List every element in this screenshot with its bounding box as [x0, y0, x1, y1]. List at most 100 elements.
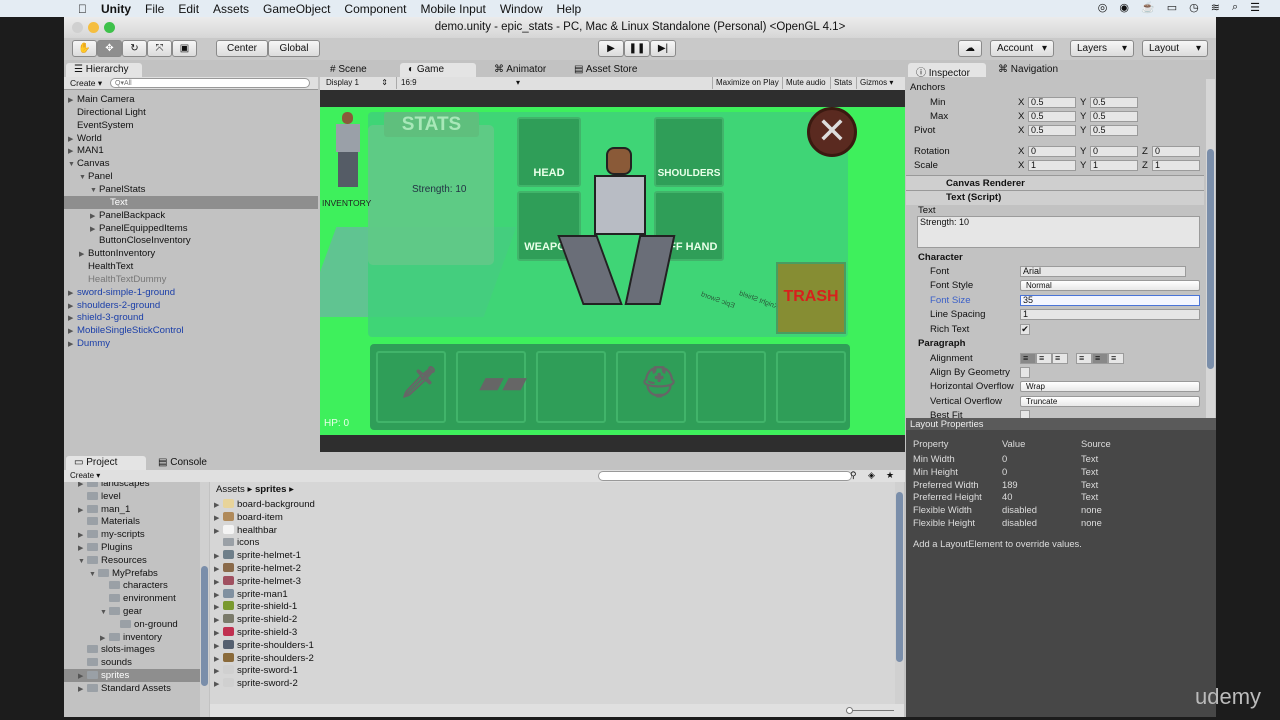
folder-item[interactable]: ▶ inventory: [64, 631, 200, 644]
folder-item[interactable]: Materials: [64, 515, 200, 528]
pivot-center-button[interactable]: Center: [216, 40, 268, 57]
hierarchy-item[interactable]: ▶ Dummy: [64, 337, 318, 350]
inspector-scrollbar[interactable]: [1206, 79, 1215, 418]
rotate-tool-button[interactable]: ↻: [122, 40, 147, 57]
line-spacing-field[interactable]: 1: [1020, 309, 1200, 320]
pivot-global-button[interactable]: Global: [268, 40, 320, 57]
hierarchy-item[interactable]: EventSystem: [64, 119, 318, 132]
asset-item[interactable]: ▶ healthbar: [214, 524, 277, 537]
hierarchy-item[interactable]: HealthText: [64, 260, 318, 273]
scale-x-field[interactable]: 1: [1028, 160, 1076, 171]
align-center-button[interactable]: ≡: [1036, 353, 1052, 364]
breadcrumb-sprites[interactable]: sprites: [255, 484, 286, 495]
rotation-z-field[interactable]: 0: [1152, 146, 1200, 157]
folder-item[interactable]: slots-images: [64, 643, 200, 656]
time-machine-icon[interactable]: ◷: [1189, 1, 1199, 14]
folder-item[interactable]: ▶ Standard Assets: [64, 682, 200, 695]
asset-scrollbar[interactable]: [895, 482, 904, 704]
mute-audio-toggle[interactable]: Mute audio: [782, 77, 826, 89]
caffeine-icon[interactable]: ☕: [1141, 1, 1155, 14]
slider-handle[interactable]: [846, 707, 853, 714]
tab-game[interactable]: ◐ Game: [400, 63, 476, 77]
menu-window[interactable]: Window: [500, 2, 543, 16]
max-x-field[interactable]: 0.5: [1028, 111, 1076, 122]
menu-help[interactable]: Help: [557, 2, 582, 16]
step-button[interactable]: ▶|: [650, 40, 676, 57]
move-tool-button[interactable]: ✥: [97, 40, 122, 57]
menu-component[interactable]: Component: [344, 2, 406, 16]
backpack-slot[interactable]: [536, 351, 606, 423]
backpack-slot[interactable]: [696, 351, 766, 423]
hierarchy-item[interactable]: ButtonCloseInventory: [64, 234, 318, 247]
asset-item[interactable]: ▶ sprite-sword-2: [214, 677, 298, 690]
asset-item[interactable]: ▶ sprite-shield-3: [214, 626, 297, 639]
hierarchy-item[interactable]: ▶ Main Camera: [64, 93, 318, 106]
hierarchy-item[interactable]: ▼ Panel: [64, 170, 318, 183]
asset-item[interactable]: ▶ sprite-shoulders-2: [214, 652, 314, 665]
folder-item[interactable]: ▶ my-scripts: [64, 528, 200, 541]
font-size-field[interactable]: 35: [1020, 295, 1200, 306]
backpack-slot[interactable]: [776, 351, 846, 423]
hierarchy-item[interactable]: ▶ PanelBackpack: [64, 209, 318, 222]
menu-file[interactable]: File: [145, 2, 164, 16]
asset-item[interactable]: ▶ sprite-helmet-1: [214, 549, 301, 562]
asset-item[interactable]: ▶ sprite-helmet-2: [214, 562, 301, 575]
rotation-x-field[interactable]: 0: [1028, 146, 1076, 157]
filter-type-icon[interactable]: ⚲: [850, 470, 857, 481]
hierarchy-item[interactable]: Text: [64, 195, 318, 209]
cloud-button[interactable]: ☁: [958, 40, 982, 57]
max-y-field[interactable]: 0.5: [1090, 111, 1138, 122]
horizontal-overflow-dropdown[interactable]: Wrap: [1020, 381, 1200, 392]
menu-edit[interactable]: Edit: [178, 2, 199, 16]
text-value-area[interactable]: Strength: 10: [917, 216, 1200, 248]
hierarchy-item[interactable]: ▶ MobileSingleStickControl: [64, 324, 318, 337]
filter-label-icon[interactable]: ◈: [868, 470, 875, 481]
pause-button[interactable]: ❚❚: [624, 40, 650, 57]
hierarchy-item[interactable]: ▶ shoulders-2-ground: [64, 299, 318, 312]
min-y-field[interactable]: 0.5: [1090, 97, 1138, 108]
hierarchy-item[interactable]: ▶ PanelEquippedItems: [64, 222, 318, 235]
asset-item[interactable]: ▶ sprite-shield-1: [214, 600, 297, 613]
creative-cloud-icon[interactable]: ◎: [1098, 1, 1108, 14]
tab-scene[interactable]: # Scene: [322, 63, 375, 77]
minimize-window-button[interactable]: [88, 22, 99, 33]
inventory-button[interactable]: [332, 112, 364, 197]
best-fit-checkbox[interactable]: [1020, 410, 1030, 418]
backpack-slot[interactable]: ⛑: [616, 351, 686, 423]
folder-item[interactable]: ▶ sprites: [64, 669, 200, 682]
hierarchy-search-input[interactable]: [110, 78, 310, 88]
create-dropdown[interactable]: Create ▾: [70, 78, 102, 89]
tab-inspector[interactable]: ⓘ Inspector: [908, 63, 986, 79]
folder-scrollbar[interactable]: [200, 482, 209, 717]
font-style-dropdown[interactable]: Normal: [1020, 280, 1200, 291]
layout-dropdown[interactable]: Layout ▾: [1142, 40, 1208, 57]
rect-tool-button[interactable]: ▣: [172, 40, 197, 57]
backpack-slot[interactable]: ▰▰: [456, 351, 526, 423]
play-button[interactable]: ▶: [598, 40, 624, 57]
scrollbar-thumb[interactable]: [1207, 149, 1214, 369]
align-top-button[interactable]: ≡: [1076, 353, 1092, 364]
folder-item[interactable]: characters: [64, 579, 200, 592]
vertical-overflow-dropdown[interactable]: Truncate: [1020, 396, 1200, 407]
backpack-slot[interactable]: 🗡: [376, 351, 446, 423]
folder-item[interactable]: ▶ man_1: [64, 503, 200, 516]
tab-project[interactable]: ▭ Project: [66, 456, 146, 470]
expand-arrow-icon[interactable]: ▶: [78, 683, 87, 696]
rich-text-checkbox[interactable]: ✔: [1020, 324, 1030, 335]
font-field[interactable]: Arial: [1020, 266, 1186, 277]
pivot-y-field[interactable]: 0.5: [1090, 125, 1138, 136]
maximize-on-play-toggle[interactable]: Maximize on Play: [712, 77, 779, 89]
game-screen[interactable]: STATS Strength: 10 INVENTORY HEAD SHOULD…: [320, 107, 905, 435]
folder-item[interactable]: on-ground: [64, 618, 200, 631]
project-search-input[interactable]: [598, 471, 852, 481]
hierarchy-item[interactable]: ▶ sword-simple-1-ground: [64, 286, 318, 299]
hierarchy-item[interactable]: ▶ MAN1: [64, 144, 318, 157]
pivot-x-field[interactable]: 0.5: [1028, 125, 1076, 136]
trash-slot[interactable]: TRASH: [776, 262, 846, 334]
favorite-star-icon[interactable]: ★: [886, 470, 894, 481]
gizmos-dropdown[interactable]: Gizmos ▾: [856, 77, 893, 89]
hierarchy-item[interactable]: Directional Light: [64, 106, 318, 119]
hierarchy-item[interactable]: ▶ shield-3-ground: [64, 311, 318, 324]
record-icon[interactable]: ◉: [1119, 1, 1129, 14]
account-dropdown[interactable]: Account ▾: [990, 40, 1054, 57]
